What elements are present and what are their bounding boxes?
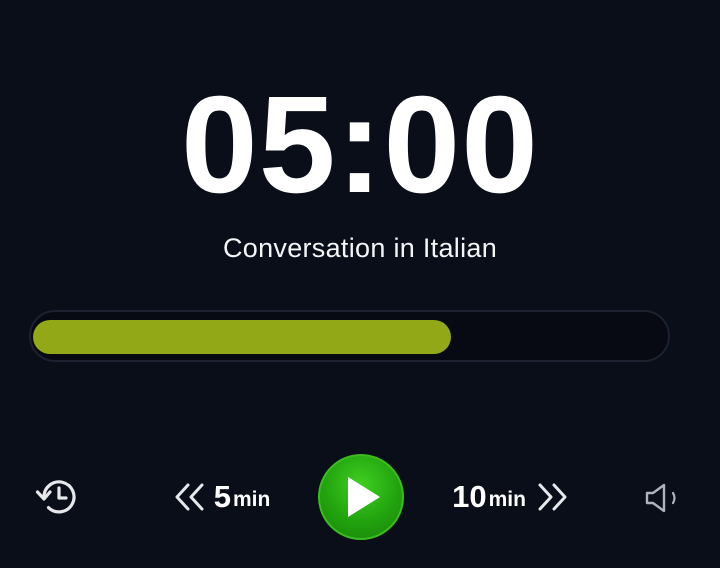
double-chevron-right-icon bbox=[538, 483, 567, 511]
timer-display: 05:00 bbox=[181, 68, 539, 222]
double-chevron-left-icon bbox=[175, 483, 204, 511]
session-label: Conversation in Italian bbox=[222, 233, 498, 263]
timer-screen: 05:00 Conversation in Italian 5 min 10 m… bbox=[0, 0, 720, 568]
history-icon bbox=[35, 480, 76, 514]
forward-value: 10 bbox=[452, 479, 487, 514]
forward-unit: min bbox=[488, 488, 526, 511]
rewind-5-min-button[interactable]: 5 min bbox=[166, 476, 276, 518]
rewind-unit: min bbox=[232, 488, 271, 511]
forward-10-min-button[interactable]: 10 min bbox=[448, 476, 574, 518]
play-icon bbox=[348, 477, 380, 517]
rewind-value: 5 bbox=[213, 479, 231, 514]
progress-bar bbox=[29, 310, 670, 362]
volume-icon bbox=[645, 483, 676, 513]
volume-button[interactable] bbox=[640, 478, 686, 518]
play-button[interactable] bbox=[318, 454, 404, 540]
history-button[interactable] bbox=[32, 474, 82, 520]
progress-fill bbox=[33, 320, 451, 354]
